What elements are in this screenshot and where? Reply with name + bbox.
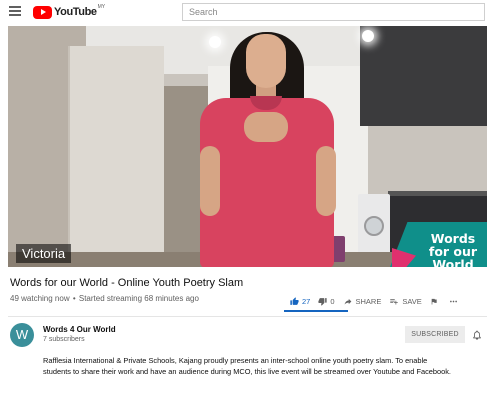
youtube-logo-icon xyxy=(33,5,52,19)
video-scene-washer-door xyxy=(364,216,384,236)
save-button[interactable]: SAVE xyxy=(389,296,422,306)
video-player[interactable]: Victoria Words for our World xyxy=(8,26,487,267)
video-description: Rafflesia International & Private School… xyxy=(43,356,451,376)
more-icon xyxy=(449,300,457,302)
video-scene-door xyxy=(68,46,164,267)
stream-start: Started streaming 68 minutes ago xyxy=(78,294,199,303)
menu-icon[interactable] xyxy=(9,6,21,16)
ceiling-light xyxy=(362,30,374,42)
subscribed-button[interactable]: SUBSCRIBED xyxy=(405,326,465,343)
logo-region: MY xyxy=(97,4,106,10)
brand-overlay-text: Words for our World xyxy=(428,231,478,267)
thumbs-down-icon xyxy=(318,297,327,306)
speaker-name-caption: Victoria xyxy=(16,244,72,263)
speaker-face xyxy=(246,34,286,88)
channel-avatar[interactable]: W xyxy=(10,323,34,347)
like-button[interactable]: 27 xyxy=(290,297,310,306)
more-actions-button[interactable] xyxy=(449,297,461,306)
channel-name[interactable]: Words 4 Our World xyxy=(43,325,116,334)
logo-text: YouTube xyxy=(54,6,97,18)
subscriber-count: 7 subscribers xyxy=(43,336,85,343)
share-label: SHARE xyxy=(355,296,382,306)
video-actions: 27 0 SHARE SAVE xyxy=(290,294,469,308)
speaker-arm xyxy=(316,146,336,216)
save-label: SAVE xyxy=(402,296,422,306)
ceiling-light xyxy=(209,36,221,48)
top-bar: YouTube MY xyxy=(0,0,495,24)
video-title: Words for our World - Online Youth Poetr… xyxy=(10,277,244,289)
bell-icon[interactable] xyxy=(472,329,482,341)
report-button[interactable] xyxy=(430,297,441,306)
video-stats: 49 watching now • Started streaming 68 m… xyxy=(10,294,199,303)
dislike-button[interactable]: 0 xyxy=(318,296,335,306)
share-button[interactable]: SHARE xyxy=(343,296,382,306)
dislike-count: 0 xyxy=(330,296,335,306)
share-icon xyxy=(344,298,351,304)
speaker-arm xyxy=(200,146,220,216)
stats-separator: • xyxy=(72,294,76,303)
like-count: 27 xyxy=(302,296,311,306)
flag-icon xyxy=(431,298,437,304)
youtube-logo[interactable]: YouTube MY xyxy=(33,4,106,19)
like-ratio-bar xyxy=(284,310,348,312)
thumbs-up-icon xyxy=(290,296,299,305)
speaker-hands xyxy=(244,112,288,142)
video-scene-cabinet xyxy=(360,26,487,126)
search-input[interactable] xyxy=(182,3,485,21)
section-divider xyxy=(8,316,487,317)
save-playlist-icon xyxy=(390,298,399,304)
watching-count: 49 watching now xyxy=(10,294,70,303)
